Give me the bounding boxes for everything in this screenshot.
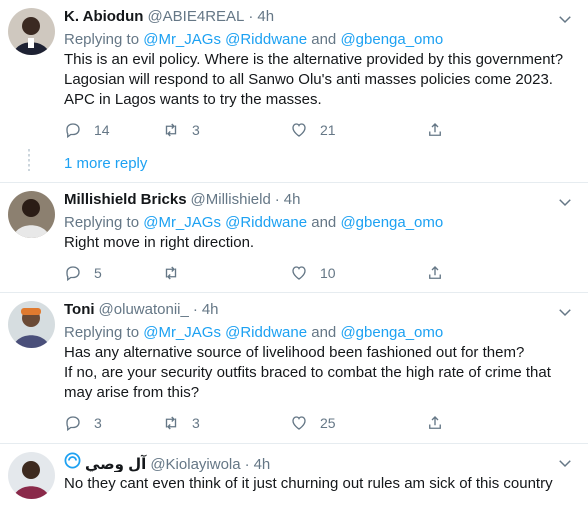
replying-prefix: Replying to [64,31,140,48]
mention-link[interactable]: @gbenga_omo [340,324,443,341]
separator-dot: · [192,301,198,318]
replying-to: Replying to @Mr_JAGs @Riddwane and @gben… [64,323,572,343]
display-name[interactable]: Millishield Bricks [64,191,187,208]
reply-count: 14 [94,122,110,138]
like-button[interactable]: 10 [290,264,426,282]
avatar[interactable] [8,191,55,238]
like-button[interactable]: 21 [290,121,426,139]
mention-link[interactable]: @gbenga_omo [340,31,443,48]
like-count: 10 [320,265,336,281]
like-icon [292,123,306,137]
share-button[interactable] [426,414,444,432]
chevron-down-icon[interactable] [556,303,574,321]
chevron-down-icon[interactable] [556,193,574,211]
share-icon [429,123,441,136]
reply-button[interactable]: 3 [64,414,162,432]
replying-to: Replying to @Mr_JAGs @Riddwane and @gben… [64,213,572,233]
tweet-line: If no, are your security outfits braced … [64,364,551,381]
tweet-text: Has any alternative source of livelihood… [64,343,572,403]
tweet-actions: 3 3 25 [64,405,572,441]
avatar[interactable] [8,452,55,499]
avatar[interactable] [8,301,55,348]
chevron-down-icon[interactable] [556,10,574,28]
reply-icon [66,266,80,282]
tweet-text: No they cant even think of it just churn… [64,474,572,494]
replying-prefix: Replying to [64,324,140,341]
display-name[interactable]: آل وصي [85,455,146,472]
reply-button[interactable]: 5 [64,264,162,282]
reply-icon [66,123,80,139]
chevron-down-icon[interactable] [556,454,574,472]
tweet[interactable]: Toni @oluwatonii_ · 4h Replying to @Mr_J… [0,293,588,444]
tweet[interactable]: Millishield Bricks @Millishield · 4h Rep… [0,183,588,293]
retweet-button[interactable]: 3 [162,121,290,139]
separator-dot: · [244,456,250,472]
tweet-line: APC in Lagos wants to try the masses. [64,91,322,108]
badge-icon [64,452,81,469]
mention-link[interactable]: @Mr_JAGs @Riddwane [143,31,307,48]
avatar[interactable] [8,8,55,55]
tweet-time[interactable]: 4h [202,301,219,318]
reply-count: 3 [94,415,102,431]
replying-and: and [311,324,337,341]
like-count: 21 [320,122,336,138]
like-icon [292,266,306,280]
retweet-icon [165,266,177,280]
retweet-count: 3 [192,415,200,431]
retweet-icon [165,416,177,430]
like-icon [292,416,306,430]
tweet[interactable]: آل وصي @Kiolayiwola · 4h No they cant ev… [0,444,588,509]
tweet-time[interactable]: 4h [254,456,271,472]
tweet-line: Lagosian will respond to all Sanwo Olu's… [64,71,553,88]
tweet-line: Right move in right direction. [64,234,255,251]
share-button[interactable] [426,264,444,282]
like-count: 25 [320,415,336,431]
share-icon [429,416,441,429]
separator-dot: · [274,191,280,208]
user-handle[interactable]: @Millishield [191,191,271,208]
share-icon [429,266,441,279]
thread-dots [28,149,30,171]
tweet-time[interactable]: 4h [284,191,301,208]
replying-to: Replying to @Mr_JAGs @Riddwane and @gben… [64,30,572,50]
tweet[interactable]: K. Abiodun @ABIE4REAL · 4h Replying to @… [0,0,588,145]
display-name[interactable]: Toni [64,301,95,318]
mention-link[interactable]: @gbenga_omo [340,214,443,231]
display-name[interactable]: K. Abiodun [64,8,143,25]
more-replies-row[interactable]: 1 more reply [0,145,588,183]
reply-count: 5 [94,265,102,281]
user-handle[interactable]: @oluwatonii_ [99,301,189,318]
separator-dot: · [248,8,254,25]
retweet-count: 3 [192,122,200,138]
tweet-actions: 5 10 [64,255,572,291]
mention-link[interactable]: @Mr_JAGs @Riddwane [143,324,307,341]
retweet-button[interactable] [162,264,290,282]
reply-icon [66,416,80,432]
retweet-icon [165,123,177,137]
replying-and: and [311,31,337,48]
more-replies-link[interactable]: 1 more reply [64,155,147,172]
reply-button[interactable]: 14 [64,121,162,139]
user-handle[interactable]: @ABIE4REAL [147,8,244,25]
tweet-line: No they cant even think of it just churn… [64,475,553,492]
tweet-line: This is an evil policy. Where is the alt… [64,51,564,68]
tweet-text: This is an evil policy. Where is the alt… [64,50,572,110]
mention-link[interactable]: @Mr_JAGs @Riddwane [143,214,307,231]
replying-prefix: Replying to [64,214,140,231]
retweet-button[interactable]: 3 [162,414,290,432]
user-handle[interactable]: @Kiolayiwola [150,456,240,472]
share-button[interactable] [426,121,444,139]
tweet-line: Has any alternative source of livelihood… [64,344,525,361]
replying-and: and [311,214,337,231]
like-button[interactable]: 25 [290,414,426,432]
tweet-actions: 14 3 21 [64,112,572,148]
tweet-text: Right move in right direction. [64,233,572,253]
tweet-time[interactable]: 4h [257,8,274,25]
tweet-line: may arise from this? [64,384,200,401]
